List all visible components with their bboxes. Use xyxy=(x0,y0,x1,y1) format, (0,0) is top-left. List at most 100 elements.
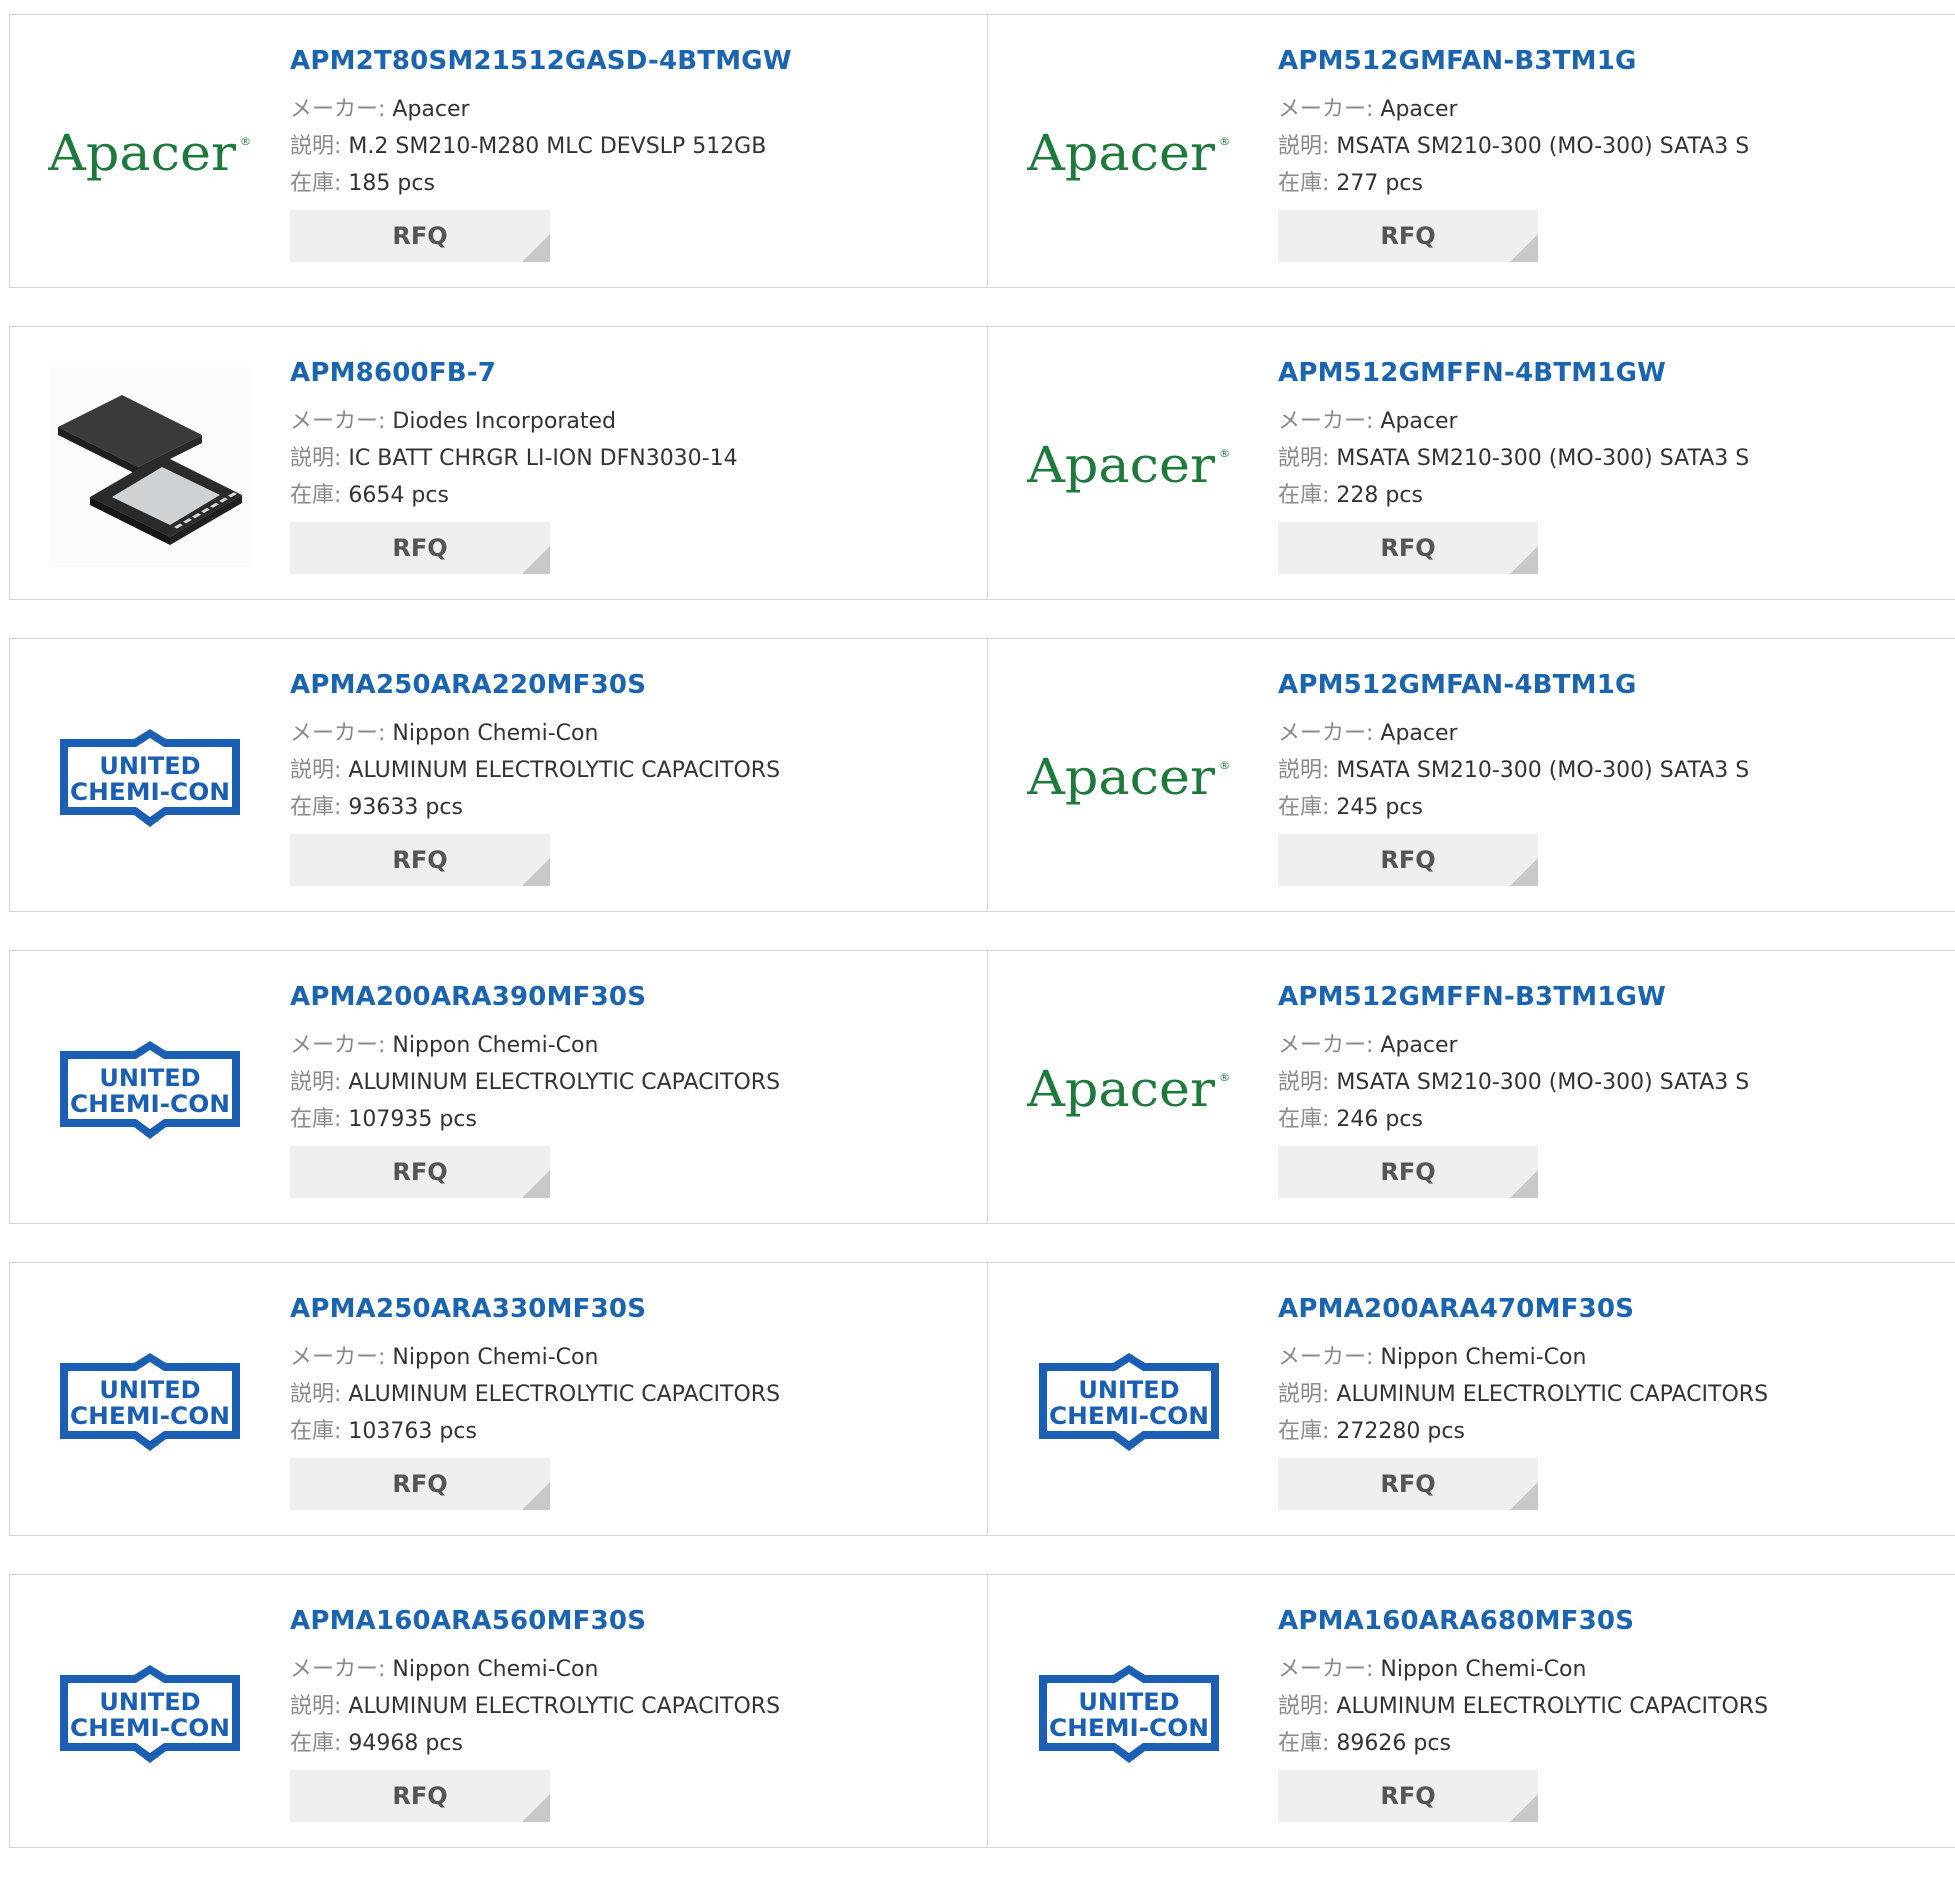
rfq-button[interactable]: RFQ xyxy=(1278,1458,1538,1510)
brand-logo[interactable]: Apacer ® xyxy=(48,55,252,255)
corner-triangle-icon xyxy=(522,234,550,262)
rfq-button[interactable]: RFQ xyxy=(1278,522,1538,574)
maker-label: メーカー: xyxy=(290,97,386,122)
part-number-link[interactable]: APMA250ARA220MF30S xyxy=(290,667,780,703)
rfq-label: RFQ xyxy=(392,846,448,874)
rfq-label: RFQ xyxy=(392,222,448,250)
part-number-link[interactable]: APM8600FB-7 xyxy=(290,355,738,391)
rfq-button[interactable]: RFQ xyxy=(1278,210,1538,262)
brand-logo[interactable]: UNITED CHEMI-CON xyxy=(48,679,252,879)
product-card: UNITED CHEMI-CON APMA160ARA560MF30S メーカー:… xyxy=(10,1575,988,1847)
corner-triangle-icon xyxy=(1510,1794,1538,1822)
maker-row: メーカー: Apacer xyxy=(290,91,792,128)
rfq-label: RFQ xyxy=(392,1158,448,1186)
rfq-label: RFQ xyxy=(1380,222,1436,250)
brand-logo[interactable]: UNITED CHEMI-CON xyxy=(48,1615,252,1815)
ucc-line-2: CHEMI-CON xyxy=(1049,1714,1209,1742)
stock-row: 在庫: 89626 pcs xyxy=(1278,1725,1768,1762)
brand-logo[interactable]: UNITED CHEMI-CON xyxy=(48,991,252,1191)
description-label: 説明: xyxy=(290,1382,342,1407)
product-row: UNITED CHEMI-CON APMA250ARA220MF30S メーカー:… xyxy=(9,638,1955,912)
maker-row: メーカー: Apacer xyxy=(1278,715,1749,752)
ucc-line-1: UNITED xyxy=(99,1688,200,1716)
description-value: MSATA SM210-300 (MO-300) SATA3 S xyxy=(1336,134,1750,159)
description-row: 説明: IC BATT CHRGR LI-ION DFN3030-14 xyxy=(290,440,738,477)
part-number-link[interactable]: APM512GMFAN-4BTM1G xyxy=(1278,667,1749,703)
corner-triangle-icon xyxy=(1510,1170,1538,1198)
maker-row: メーカー: Apacer xyxy=(1278,91,1749,128)
rfq-button[interactable]: RFQ xyxy=(290,1146,550,1198)
rfq-button[interactable]: RFQ xyxy=(1278,1146,1538,1198)
maker-label: メーカー: xyxy=(1278,721,1374,746)
maker-label: メーカー: xyxy=(290,1033,386,1058)
rfq-button[interactable]: RFQ xyxy=(290,210,550,262)
apacer-wordmark: Apacer xyxy=(1027,748,1215,806)
part-number-link[interactable]: APMA160ARA680MF30S xyxy=(1278,1603,1768,1639)
rfq-button[interactable]: RFQ xyxy=(1278,834,1538,886)
part-number-link[interactable]: APMA200ARA470MF30S xyxy=(1278,1291,1768,1327)
brand-logo[interactable]: UNITED CHEMI-CON xyxy=(1027,1303,1231,1503)
product-info: APM8600FB-7 メーカー: Diodes Incorporated 説明… xyxy=(290,355,738,574)
stock-label: 在庫: xyxy=(290,171,342,196)
rfq-button[interactable]: RFQ xyxy=(290,1458,550,1510)
maker-value: Diodes Incorporated xyxy=(392,409,616,434)
brand-logo[interactable]: UNITED CHEMI-CON xyxy=(1027,1615,1231,1815)
product-info: APMA250ARA220MF30S メーカー: Nippon Chemi-Co… xyxy=(290,667,780,886)
rfq-button[interactable]: RFQ xyxy=(290,834,550,886)
part-number-link[interactable]: APMA250ARA330MF30S xyxy=(290,1291,780,1327)
rfq-label: RFQ xyxy=(392,1470,448,1498)
product-card: Apacer ® APM512GMFFN-4BTM1GW メーカー: Apacer… xyxy=(988,327,1955,599)
product-card: APM8600FB-7 メーカー: Diodes Incorporated 説明… xyxy=(10,327,988,599)
ucc-line-1: UNITED xyxy=(99,1064,200,1092)
description-row: 説明: ALUMINUM ELECTROLYTIC CAPACITORS xyxy=(1278,1376,1768,1413)
part-number-link[interactable]: APM512GMFFN-B3TM1GW xyxy=(1278,979,1749,1015)
stock-value: 107935 pcs xyxy=(348,1107,477,1132)
brand-logo[interactable] xyxy=(48,367,252,567)
part-number-link[interactable]: APMA160ARA560MF30S xyxy=(290,1603,780,1639)
description-row: 説明: ALUMINUM ELECTROLYTIC CAPACITORS xyxy=(290,1688,780,1725)
ucc-line-2: CHEMI-CON xyxy=(70,1090,230,1118)
apacer-wordmark: Apacer xyxy=(48,124,236,182)
maker-row: メーカー: Nippon Chemi-Con xyxy=(1278,1339,1768,1376)
apacer-logo-icon: Apacer ® xyxy=(1027,124,1230,182)
product-row: UNITED CHEMI-CON APMA250ARA330MF30S メーカー:… xyxy=(9,1262,1955,1536)
registered-mark: ® xyxy=(1219,135,1230,148)
description-value: ALUMINUM ELECTROLYTIC CAPACITORS xyxy=(348,1070,781,1095)
product-info: APMA160ARA560MF30S メーカー: Nippon Chemi-Co… xyxy=(290,1603,780,1822)
rfq-button[interactable]: RFQ xyxy=(290,1770,550,1822)
part-number-link[interactable]: APM2T80SM21512GASD-4BTMGW xyxy=(290,43,792,79)
rfq-button[interactable]: RFQ xyxy=(290,522,550,574)
description-value: M.2 SM210-M280 MLC DEVSLP 512GB xyxy=(348,134,767,159)
description-row: 説明: MSATA SM210-300 (MO-300) SATA3 S xyxy=(1278,752,1749,789)
description-label: 説明: xyxy=(1278,134,1330,159)
maker-value: Apacer xyxy=(392,97,470,122)
product-grid: Apacer ® APM2T80SM21512GASD-4BTMGW メーカー: … xyxy=(9,14,1955,1886)
part-number-link[interactable]: APMA200ARA390MF30S xyxy=(290,979,780,1015)
part-number-link[interactable]: APM512GMFFN-4BTM1GW xyxy=(1278,355,1749,391)
maker-label: メーカー: xyxy=(1278,97,1374,122)
maker-label: メーカー: xyxy=(290,721,386,746)
product-row: Apacer ® APM2T80SM21512GASD-4BTMGW メーカー: … xyxy=(9,14,1955,288)
stock-label: 在庫: xyxy=(290,795,342,820)
brand-logo[interactable]: Apacer ® xyxy=(1027,679,1231,879)
stock-label: 在庫: xyxy=(290,1107,342,1132)
apacer-logo-icon: Apacer ® xyxy=(1027,1060,1230,1118)
brand-logo[interactable]: Apacer ® xyxy=(1027,367,1231,567)
rfq-button[interactable]: RFQ xyxy=(1278,1770,1538,1822)
brand-logo[interactable]: UNITED CHEMI-CON xyxy=(48,1303,252,1503)
description-label: 説明: xyxy=(290,446,342,471)
product-card: UNITED CHEMI-CON APMA200ARA470MF30S メーカー:… xyxy=(988,1263,1955,1535)
stock-value: 6654 pcs xyxy=(348,483,449,508)
product-card: UNITED CHEMI-CON APMA250ARA330MF30S メーカー:… xyxy=(10,1263,988,1535)
brand-logo[interactable]: Apacer ® xyxy=(1027,55,1231,255)
apacer-logo-icon: Apacer ® xyxy=(48,124,251,182)
ucc-line-2: CHEMI-CON xyxy=(70,778,230,806)
ucc-line-1: UNITED xyxy=(1078,1376,1179,1404)
maker-value: Apacer xyxy=(1380,97,1458,122)
apacer-wordmark: Apacer xyxy=(1027,1060,1215,1118)
united-chemi-con-logo-icon: UNITEDCHEMI-CON xyxy=(60,1665,240,1763)
description-row: 説明: MSATA SM210-300 (MO-300) SATA3 S xyxy=(1278,1064,1749,1101)
part-number-link[interactable]: APM512GMFAN-B3TM1G xyxy=(1278,43,1749,79)
product-info: APM512GMFAN-4BTM1G メーカー: Apacer 説明: MSAT… xyxy=(1278,667,1749,886)
brand-logo[interactable]: Apacer ® xyxy=(1027,991,1231,1191)
